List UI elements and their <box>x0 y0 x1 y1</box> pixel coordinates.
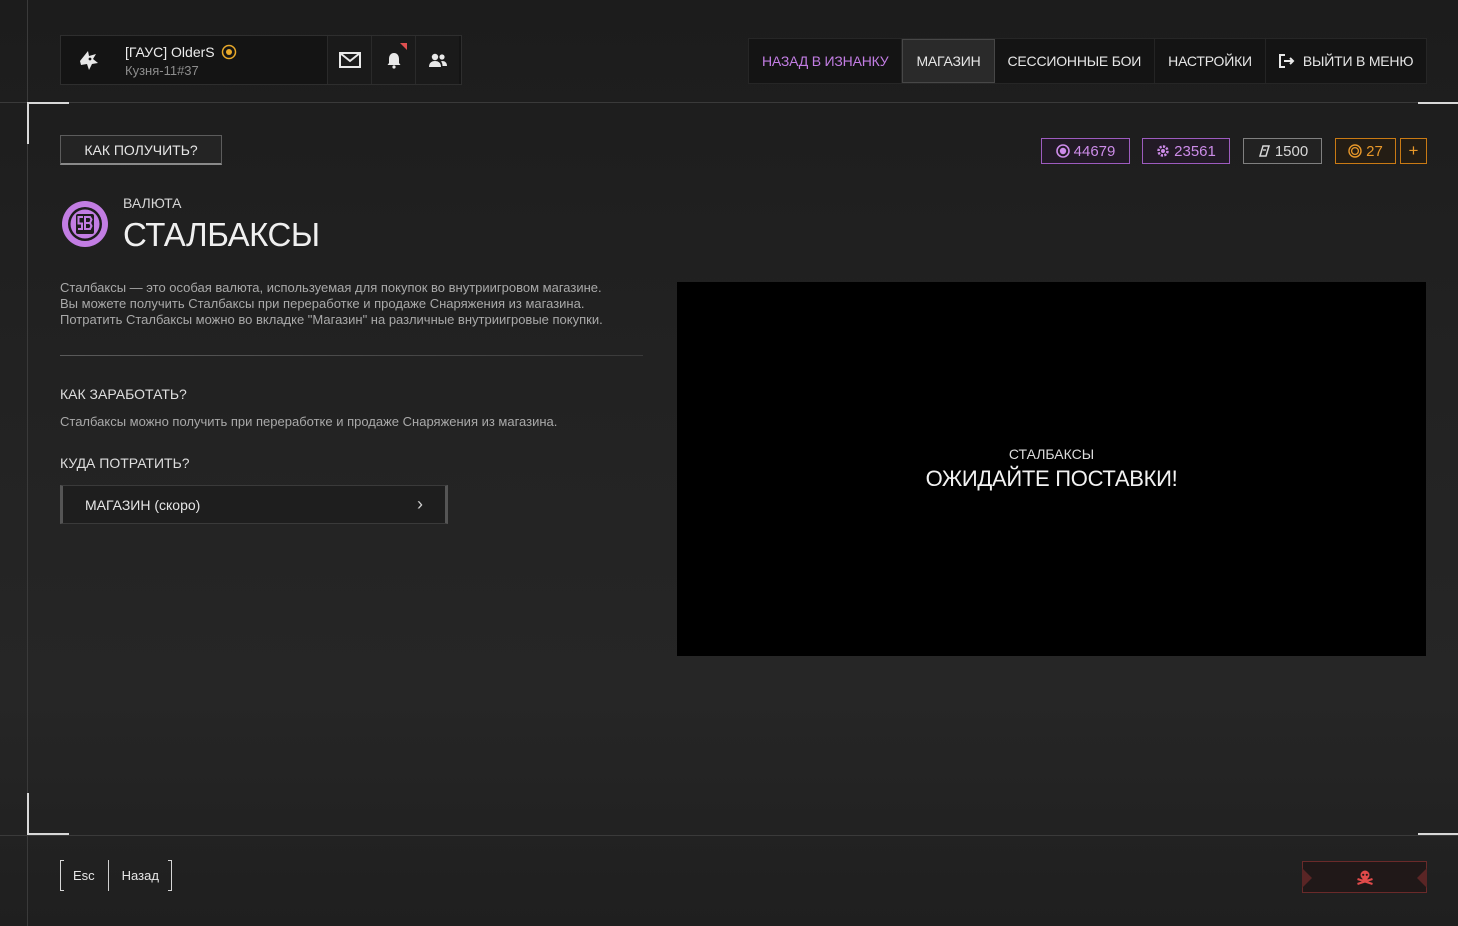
how-to-earn-text: Сталбаксы можно получить при переработке… <box>60 414 558 429</box>
page-title: СТАЛБАКСЫ <box>123 216 320 253</box>
mail-button[interactable] <box>327 36 371 84</box>
corner-top-right <box>1418 102 1458 104</box>
notification-indicator <box>400 43 407 50</box>
frame-top-line <box>0 102 1458 103</box>
nav-session-battles-label: СЕССИОННЫЕ БОИ <box>1007 53 1142 69</box>
esc-key-hint[interactable]: Esc <box>60 860 109 891</box>
player-location: Кузня-11#37 <box>125 63 199 78</box>
back-control[interactable]: Esc Назад <box>60 860 172 891</box>
currency-description: Сталбаксы — это особая валюта, используе… <box>60 280 660 328</box>
gold-balance[interactable]: 27 <box>1335 138 1396 164</box>
nav-shop-label: МАГАЗИН <box>916 53 981 69</box>
shop-link-label: МАГАЗИН (скоро) <box>85 496 201 513</box>
corner-bottom-right <box>1418 833 1458 835</box>
gold-coin-icon <box>1348 144 1362 158</box>
nav-back-to-underside-label: НАЗАД В ИЗНАНКУ <box>762 53 889 69</box>
avatar[interactable] <box>61 36 117 84</box>
chevron-right-icon: › <box>417 494 423 514</box>
tickets-balance[interactable]: 1500 <box>1243 138 1322 164</box>
report-button[interactable] <box>1302 861 1427 893</box>
description-line: Сталбаксы — это особая валюта, используе… <box>60 280 602 295</box>
video-preview: СТАЛБАКСЫ ОЖИДАЙТЕ ПОСТАВКИ! <box>677 282 1426 656</box>
wolf-icon <box>80 51 98 70</box>
nav-exit-to-menu[interactable]: ВЫЙТИ В МЕНЮ <box>1266 39 1426 83</box>
envelope-icon <box>338 52 361 68</box>
notifications-button[interactable] <box>371 36 415 84</box>
top-navigation: НАЗАД В ИЗНАНКУ МАГАЗИН СЕССИОННЫЕ БОИ Н… <box>748 38 1428 84</box>
rank-badge-icon <box>221 44 236 60</box>
bell-icon <box>387 53 400 69</box>
secondary-currency-balance[interactable]: 23561 <box>1142 138 1230 164</box>
nav-settings-label: НАСТРОЙКИ <box>1168 53 1252 69</box>
frame-bottom-line <box>0 835 1458 836</box>
gold-amount: 27 <box>1366 142 1383 160</box>
how-to-get-button[interactable]: КАК ПОЛУЧИТЬ? <box>60 135 222 165</box>
where-to-spend-heading: КУДА ПОТРАТИТЬ? <box>60 455 190 471</box>
nav-settings[interactable]: НАСТРОЙКИ <box>1155 39 1266 83</box>
exit-icon <box>1278 54 1295 68</box>
add-currency-button[interactable]: + <box>1400 138 1427 164</box>
currency-category-label: ВАЛЮТА <box>123 195 182 211</box>
back-button[interactable]: Назад <box>109 860 172 891</box>
nav-shop[interactable]: МАГАЗИН <box>902 39 995 83</box>
player-name: [ГАУС] OlderS <box>125 44 215 60</box>
ticket-icon <box>1258 145 1270 157</box>
nav-session-battles[interactable]: СЕССИОННЫЕ БОИ <box>995 39 1156 83</box>
profile-panel: [ГАУС] OlderS Кузня-11#37 <box>60 35 462 85</box>
video-headline: ОЖИДАЙТЕ ПОСТАВКИ! <box>925 466 1178 491</box>
stalbucks-amount: 44679 <box>1073 142 1116 160</box>
skull-crossbones-icon <box>1356 870 1373 885</box>
nav-exit-to-menu-label: ВЫЙТИ В МЕНЮ <box>1302 53 1414 69</box>
tickets-amount: 1500 <box>1274 142 1309 160</box>
stalbucks-balance[interactable]: 44679 <box>1041 138 1130 164</box>
secondary-currency-amount: 23561 <box>1174 142 1216 160</box>
section-divider <box>60 355 643 356</box>
bracket-right <box>167 860 172 891</box>
stalbucks-emblem-icon <box>62 201 108 247</box>
cog-currency-icon <box>1157 145 1169 157</box>
description-line: Потратить Сталбаксы можно во вкладке "Ма… <box>60 312 603 327</box>
corner-bottom-left <box>27 793 69 835</box>
shop-link-button[interactable]: МАГАЗИН (скоро) › <box>60 485 448 524</box>
friends-button[interactable] <box>415 36 459 84</box>
video-subtitle: СТАЛБАКСЫ <box>1008 446 1095 462</box>
nav-back-to-underside[interactable]: НАЗАД В ИЗНАНКУ <box>749 39 903 83</box>
friends-icon <box>428 53 447 67</box>
stalbucks-coin-icon <box>1055 144 1070 158</box>
description-line: Вы можете получить Сталбаксы при перераб… <box>60 296 585 311</box>
how-to-earn-heading: КАК ЗАРАБОТАТЬ? <box>60 386 187 402</box>
